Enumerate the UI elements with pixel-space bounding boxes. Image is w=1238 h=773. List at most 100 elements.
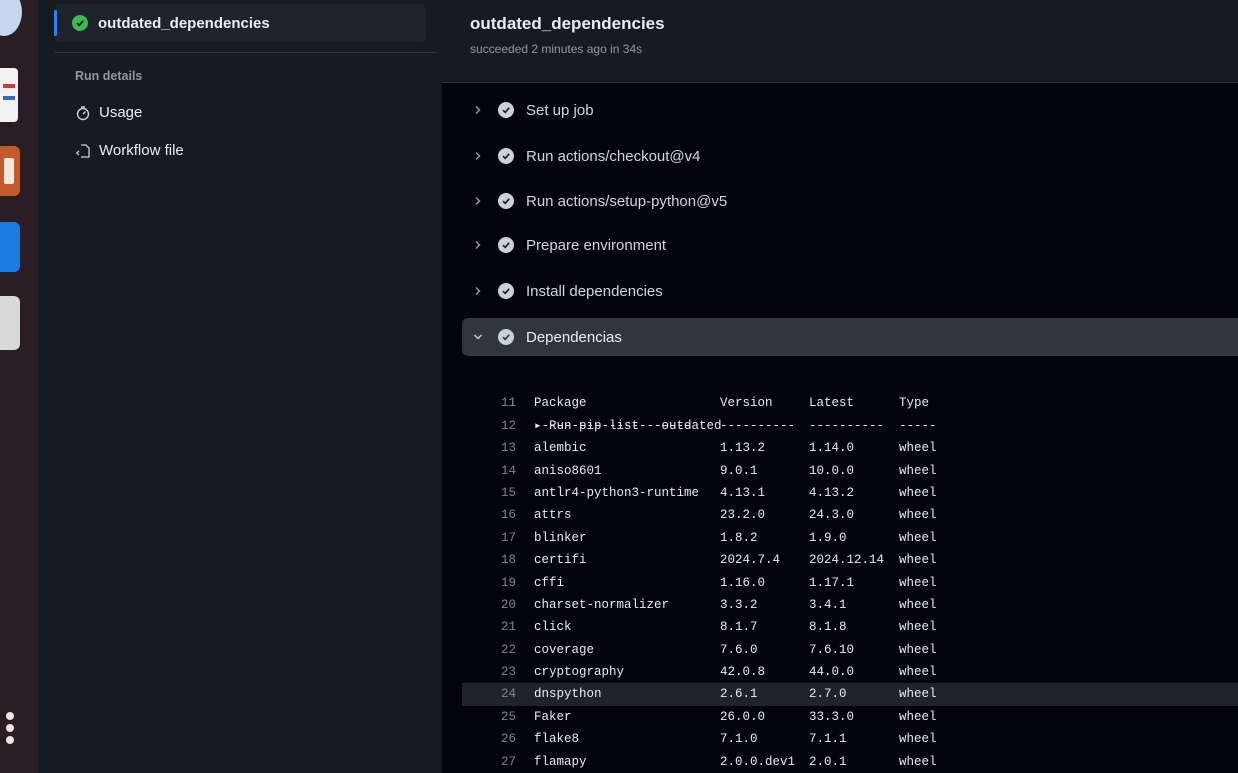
step-install-dependencies[interactable]: Install dependencies (462, 272, 1238, 310)
latest-version: 4.13.2 (809, 485, 855, 500)
package-name: Faker (534, 709, 572, 724)
package-type: wheel (899, 530, 937, 545)
line-number[interactable]: 21 (462, 616, 516, 638)
step-label: Set up job (526, 101, 594, 119)
current-version: 26.0.0 (720, 709, 766, 724)
line-number[interactable]: 13 (462, 437, 516, 459)
dock-app-icon[interactable] (0, 0, 22, 36)
package-name: attrs (534, 508, 572, 523)
current-version: 7.1.0 (720, 732, 758, 747)
line-number[interactable]: 11 (462, 392, 516, 414)
document-app-icon[interactable] (0, 146, 20, 196)
package-type: wheel (899, 732, 937, 747)
latest-version: 24.3.0 (809, 508, 855, 523)
latest-version: 7.6.10 (809, 642, 855, 657)
package-type: wheel (899, 553, 937, 568)
log-line: 21 click 8.1.7 8.1.8 wheel (462, 616, 1238, 638)
current-version: 2.0.0.dev1 (720, 754, 796, 769)
package-type: wheel (899, 441, 937, 456)
current-version: 1.8.2 (720, 530, 758, 545)
package-name: cffi (534, 575, 565, 590)
step-label: Run actions/checkout@v4 (526, 147, 701, 165)
latest-version: ---------- (809, 418, 885, 433)
step-set-up-job[interactable]: Set up job (462, 91, 1238, 129)
step-setup-python[interactable]: Run actions/setup-python@v5 (462, 182, 1238, 220)
log-line: 16 attrs 23.2.0 24.3.0 wheel (462, 504, 1238, 526)
latest-version: 3.4.1 (809, 597, 847, 612)
package-type: wheel (899, 709, 937, 724)
step-success-icon (498, 148, 514, 164)
package-type: wheel (899, 597, 937, 612)
package-type: wheel (899, 665, 937, 680)
app-grid-icon[interactable] (6, 712, 16, 748)
latest-version: Latest (809, 396, 855, 411)
log-line: 27 flamapy 2.0.0.dev1 2.0.1 wheel (462, 751, 1238, 773)
line-number[interactable]: 27 (462, 751, 516, 773)
usage-label: Usage (99, 104, 143, 121)
line-number[interactable]: 26 (462, 728, 516, 750)
line-number[interactable]: 17 (462, 527, 516, 549)
line-number[interactable]: 23 (462, 661, 516, 683)
package-type: wheel (899, 508, 937, 523)
latest-version: 8.1.8 (809, 620, 847, 635)
step-checkout[interactable]: Run actions/checkout@v4 (462, 137, 1238, 175)
package-name: charset-normalizer (534, 597, 670, 612)
line-number[interactable]: 25 (462, 706, 516, 728)
log-line: 26 flake8 7.1.0 7.1.1 wheel (462, 728, 1238, 750)
sidebar-job-item[interactable]: outdated_dependencies (54, 4, 426, 42)
latest-version: 2.7.0 (809, 687, 847, 702)
package-name: click (534, 620, 572, 635)
log-line: 15 antlr4-python3-runtime 4.13.1 4.13.2 whee… (462, 482, 1238, 504)
package-type: wheel (899, 463, 937, 478)
step-prepare-environment[interactable]: Prepare environment (462, 226, 1238, 264)
log-line: 23 cryptography 42.0.8 44.0.0 wheel (462, 661, 1238, 683)
line-number[interactable]: 20 (462, 594, 516, 616)
chevron-right-icon (472, 150, 498, 162)
step-dependencias[interactable]: Dependencias (462, 318, 1238, 356)
job-log-panel: outdated_dependencies succeeded 2 minute… (442, 0, 1238, 773)
package-type: wheel (899, 620, 937, 635)
line-number[interactable]: 16 (462, 504, 516, 526)
package-type: ----- (899, 418, 937, 433)
line-number[interactable]: 14 (462, 460, 516, 482)
current-version: 8.1.7 (720, 620, 758, 635)
job-header: outdated_dependencies succeeded 2 minute… (442, 0, 1238, 83)
line-number[interactable]: 18 (462, 549, 516, 571)
current-version: 42.0.8 (720, 665, 766, 680)
package-type: wheel (899, 754, 937, 769)
log-line: 11 Package Version Latest Type (462, 392, 1238, 414)
step-success-icon (498, 102, 514, 118)
sidebar-link-usage[interactable]: Usage (75, 104, 142, 121)
package-name: coverage (534, 642, 595, 657)
latest-version: 33.3.0 (809, 709, 855, 724)
current-version: 1.13.2 (720, 441, 766, 456)
chevron-right-icon (472, 104, 498, 116)
package-name: --------------------- (534, 418, 692, 433)
package-name: flamapy (534, 754, 587, 769)
calendar-app-icon[interactable] (0, 68, 18, 122)
line-number[interactable]: 15 (462, 482, 516, 504)
line-number[interactable]: 19 (462, 572, 516, 594)
log-line: 20 charset-normalizer 3.3.2 3.4.1 wheel (462, 594, 1238, 616)
current-version: Version (720, 396, 773, 411)
latest-version: 1.17.1 (809, 575, 855, 590)
blue-app-icon[interactable] (0, 222, 20, 272)
log-line: 17 blinker 1.8.2 1.9.0 wheel (462, 527, 1238, 549)
sidebar-link-workflow-file[interactable]: Workflow file (75, 142, 184, 159)
step-label: Run actions/setup-python@v5 (526, 192, 728, 210)
log-line: 18 certifi 2024.7.4 2024.12.14 wheel (462, 549, 1238, 571)
latest-version: 10.0.0 (809, 463, 855, 478)
line-number[interactable]: 12 (462, 415, 516, 437)
drive-app-icon[interactable] (0, 296, 20, 350)
latest-version: 1.9.0 (809, 530, 847, 545)
log-run-line[interactable]: 1 ▸ Run pip list --outdated (462, 370, 1238, 432)
package-type: Type (899, 396, 930, 411)
line-number[interactable]: 24 (462, 683, 516, 705)
os-dock (0, 0, 38, 773)
divider (54, 52, 436, 53)
current-version: 1.16.0 (720, 575, 766, 590)
log-line: 14 aniso8601 9.0.1 10.0.0 wheel (462, 460, 1238, 482)
step-success-icon (498, 237, 514, 253)
package-name: antlr4-python3-runtime (534, 485, 700, 500)
line-number[interactable]: 22 (462, 639, 516, 661)
